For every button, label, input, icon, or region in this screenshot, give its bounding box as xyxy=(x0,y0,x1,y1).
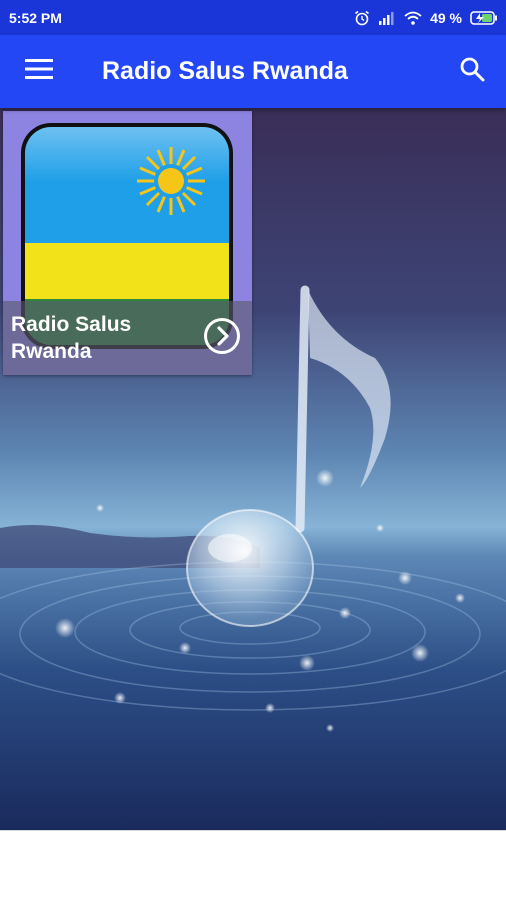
menu-button[interactable] xyxy=(0,35,78,108)
status-bar: 5:52 PM 49 % xyxy=(0,0,506,35)
status-icons: 49 % xyxy=(354,10,498,26)
station-card[interactable]: Radio Salus Rwanda xyxy=(3,111,252,375)
wifi-icon xyxy=(404,11,422,25)
app-bar: Radio Salus Rwanda xyxy=(0,35,506,108)
status-time: 5:52 PM xyxy=(9,9,62,26)
battery-percent: 49 % xyxy=(430,9,462,26)
alarm-icon xyxy=(354,10,370,26)
station-name-line1: Radio Salus xyxy=(11,313,132,336)
station-card-footer: Radio Salus Rwanda xyxy=(3,301,252,375)
page-title: Radio Salus Rwanda xyxy=(102,57,348,85)
ad-banner-area xyxy=(0,830,506,900)
signal-icon xyxy=(378,11,396,25)
station-list: Radio Salus Rwanda xyxy=(0,108,506,830)
hamburger-menu-icon xyxy=(25,58,53,85)
open-station-button[interactable] xyxy=(202,317,242,360)
station-name-line2: Rwanda xyxy=(11,340,92,363)
chevron-right-circle-icon xyxy=(203,317,241,360)
search-button[interactable] xyxy=(438,35,506,108)
search-icon xyxy=(459,56,485,87)
station-name: Radio Salus Rwanda xyxy=(11,311,181,365)
battery-charging-icon xyxy=(470,10,498,25)
